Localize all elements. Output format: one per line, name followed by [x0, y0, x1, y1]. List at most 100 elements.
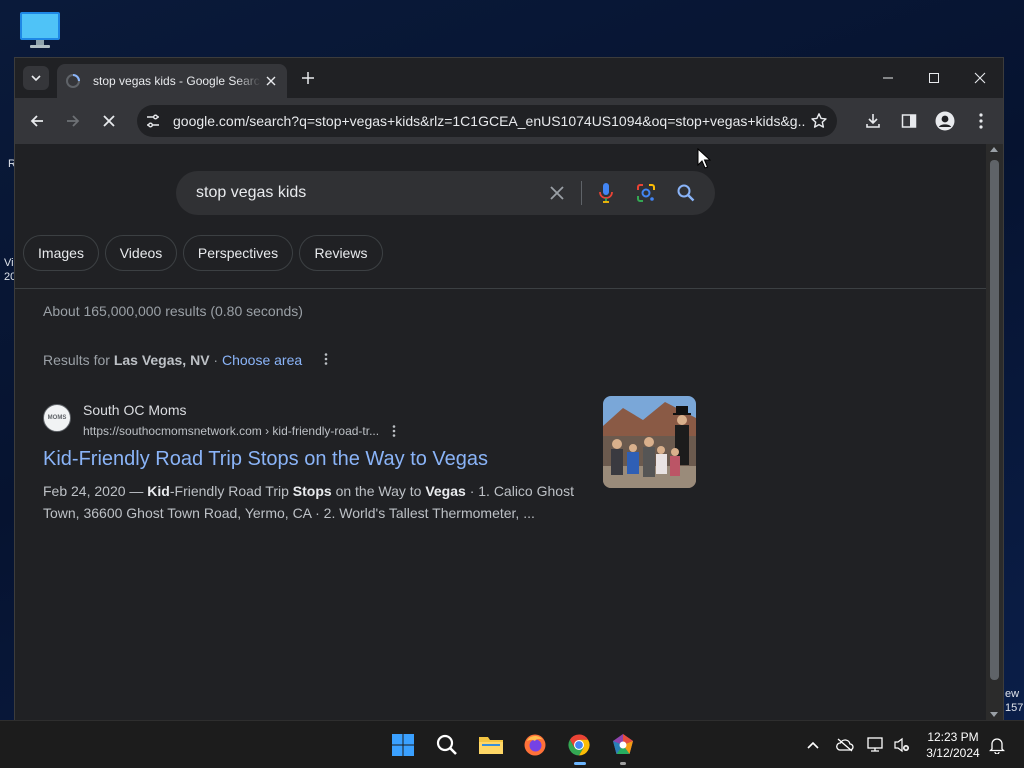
close-icon	[974, 72, 986, 84]
more-vert-icon	[392, 425, 396, 437]
browser-tab[interactable]: stop vegas kids - Google Search	[57, 64, 287, 98]
search-submit-button[interactable]	[674, 181, 698, 205]
search-icon	[677, 184, 695, 202]
location-place: Las Vegas, NV	[113, 352, 210, 368]
site-favicon-text: MOMS	[47, 415, 67, 421]
colorful-app-icon	[613, 734, 633, 754]
address-bar[interactable]: google.com/search?q=stop+vegas+kids&rlz=…	[137, 105, 837, 137]
speaker-muted-icon	[894, 737, 909, 753]
tab-title: stop vegas kids - Google Search	[93, 74, 261, 88]
site-favicon: MOMS	[43, 404, 71, 432]
lens-search-button[interactable]	[634, 181, 658, 205]
site-info-icon[interactable]	[143, 111, 163, 131]
search-icon	[436, 734, 457, 755]
onedrive-tray-icon[interactable]	[835, 735, 855, 755]
bell-icon	[989, 738, 1005, 754]
volume-tray-icon[interactable]	[892, 735, 912, 755]
minimize-icon	[883, 77, 893, 79]
start-button[interactable]	[388, 729, 418, 761]
close-icon	[266, 76, 276, 86]
voice-search-button[interactable]	[594, 181, 618, 205]
download-icon	[866, 114, 880, 128]
arrow-right-icon	[67, 115, 80, 127]
result-thumbnail-photo[interactable]	[603, 396, 696, 488]
taskbar-file-explorer[interactable]	[476, 729, 506, 761]
chevron-down-icon	[31, 75, 41, 82]
result-stats: About 165,000,000 results (0.80 seconds)	[43, 303, 303, 319]
more-vert-icon	[324, 353, 328, 365]
choose-area-link[interactable]: Choose area	[222, 352, 302, 368]
minimize-button[interactable]	[876, 66, 900, 90]
chrome-icon	[568, 734, 590, 756]
desktop-text-fragment: Vi	[4, 257, 14, 269]
this-pc-desktop-icon[interactable]	[18, 10, 62, 50]
scrollbar-thumb[interactable]	[990, 160, 999, 680]
loading-spinner-icon	[65, 73, 81, 89]
tab-strip: stop vegas kids - Google Search	[15, 58, 1003, 98]
url-text: google.com/search?q=stop+vegas+kids&rlz=…	[173, 113, 805, 129]
new-tab-button[interactable]	[299, 69, 317, 87]
snippet-highlight: Stops	[292, 483, 332, 499]
desktop-text-fragment: 157	[1005, 702, 1024, 714]
maximize-button[interactable]	[922, 66, 946, 90]
vertical-scrollbar[interactable]	[986, 144, 1003, 720]
active-app-indicator	[574, 762, 586, 765]
page-content: stop vegas kids Images Videos Perspectiv…	[15, 144, 987, 720]
result-url[interactable]: https://southocmomsnetwork.com › kid-fri…	[83, 424, 379, 438]
taskbar-chrome[interactable]	[564, 729, 594, 765]
tab-close-button[interactable]	[263, 73, 279, 89]
search-box[interactable]: stop vegas kids	[176, 171, 715, 215]
bookmark-star-icon[interactable]	[809, 111, 829, 131]
site-name[interactable]: South OC Moms	[83, 402, 186, 418]
chevron-up-icon	[807, 741, 819, 749]
firefox-icon	[524, 734, 546, 756]
maximize-icon	[929, 73, 939, 83]
snippet-text: on the Way to	[331, 483, 426, 499]
folder-icon	[479, 737, 503, 754]
profile-avatar-icon	[935, 111, 955, 131]
network-monitor-icon	[867, 737, 883, 752]
network-tray-icon[interactable]	[866, 735, 886, 755]
profile-button[interactable]	[933, 109, 957, 133]
chip-perspectives[interactable]: Perspectives	[183, 235, 293, 271]
result-more-button[interactable]	[387, 422, 401, 440]
taskbar-clock[interactable]: 12:23 PM 3/12/2024	[920, 729, 986, 761]
taskbar-firefox[interactable]	[520, 729, 550, 761]
chip-images[interactable]: Images	[23, 235, 99, 271]
location-prefix: Results for	[43, 352, 114, 368]
chip-reviews[interactable]: Reviews	[299, 235, 383, 271]
show-hidden-icons-button[interactable]	[803, 735, 823, 755]
arrow-left-icon	[30, 115, 43, 127]
back-button[interactable]	[25, 109, 49, 133]
side-panel-icon	[901, 114, 917, 128]
scroll-down-arrow-icon[interactable]	[990, 712, 998, 717]
browser-toolbar: google.com/search?q=stop+vegas+kids&rlz=…	[15, 98, 1003, 144]
scroll-up-arrow-icon[interactable]	[990, 147, 998, 152]
result-title-link[interactable]: Kid-Friendly Road Trip Stops on the Way …	[43, 448, 488, 471]
desktop-text-fragment: ew	[1005, 688, 1020, 700]
running-app-indicator	[620, 762, 626, 765]
browser-menu-button[interactable]	[969, 109, 993, 133]
stop-loading-button[interactable]	[97, 109, 121, 133]
location-line: Results for Las Vegas, NV · Choose area	[43, 352, 302, 368]
downloads-button[interactable]	[861, 109, 885, 133]
clock-date: 3/12/2024	[926, 746, 980, 760]
notifications-button[interactable]	[987, 735, 1007, 755]
close-icon	[550, 186, 564, 200]
clear-search-button[interactable]	[545, 181, 569, 205]
taskbar-app-pinned[interactable]	[608, 729, 638, 765]
location-more-button[interactable]	[319, 350, 333, 368]
forward-button[interactable]	[61, 109, 85, 133]
close-window-button[interactable]	[968, 66, 992, 90]
microphone-icon	[599, 183, 613, 203]
snippet-highlight: Kid	[147, 483, 170, 499]
plus-icon	[302, 72, 314, 84]
clock-time: 12:23 PM	[927, 730, 979, 744]
tab-search-button[interactable]	[23, 66, 49, 90]
snippet-dash: —	[125, 483, 148, 499]
search-input[interactable]: stop vegas kids	[196, 184, 306, 202]
side-panel-button[interactable]	[897, 109, 921, 133]
taskbar-search-button[interactable]	[432, 729, 462, 761]
chip-videos[interactable]: Videos	[105, 235, 177, 271]
snippet-highlight: Vegas	[425, 483, 466, 499]
